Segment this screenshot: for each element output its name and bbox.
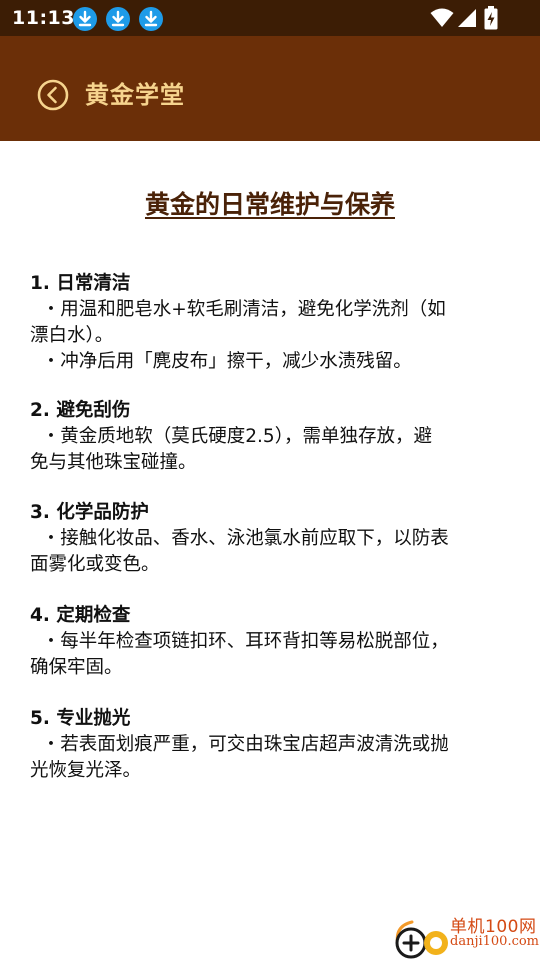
download-icon bbox=[139, 7, 163, 31]
section-heading: 2. 避免刮伤 bbox=[30, 400, 131, 421]
watermark: 单机100网 danji100.com bbox=[388, 912, 540, 960]
section-body: ・黄金质地软（莫氏硬度2.5），需单独存放，避 免与其他珠宝碰撞。 bbox=[30, 426, 432, 473]
wifi-icon bbox=[430, 8, 454, 27]
status-bar: 11:13 bbox=[0, 0, 540, 36]
section-heading: 3. 化学品防护 bbox=[30, 502, 149, 523]
section-avoid-scratches: 2. 避免刮伤 ・黄金质地软（莫氏硬度2.5），需单独存放，避 免与其他珠宝碰撞… bbox=[30, 398, 512, 476]
article-title: 黄金的日常维护与保养 bbox=[0, 189, 540, 221]
download-icon bbox=[73, 7, 97, 31]
status-time: 11:13 bbox=[12, 7, 75, 29]
section-regular-inspection: 4. 定期检查 ・每半年检查项链扣环、耳环背扣等易松脱部位， 确保牢固。 bbox=[30, 603, 512, 681]
section-heading: 4. 定期检查 bbox=[30, 605, 131, 626]
danji100-logo-icon bbox=[395, 920, 448, 959]
section-daily-cleaning: 1. 日常清洁 ・用温和肥皂水+软毛刷清洁，避免化学洗剂（如 漂白水）。 ・冲净… bbox=[30, 271, 512, 375]
article-title-text: 黄金的日常维护与保养 bbox=[144, 190, 395, 219]
watermark-url: danji100.com bbox=[450, 934, 540, 949]
app-bar: 黄金学堂 bbox=[0, 36, 540, 141]
page-title: 黄金学堂 bbox=[85, 81, 185, 109]
section-body: ・若表面划痕严重，可交由珠宝店超声波清洗或抛 光恢复光泽。 bbox=[30, 734, 449, 781]
battery-charging-icon bbox=[484, 6, 498, 30]
signal-icon bbox=[458, 9, 476, 27]
section-body: ・接触化妆品、香水、泳池氯水前应取下，以防表 面雾化或变色。 bbox=[30, 528, 449, 575]
back-circle-icon[interactable] bbox=[37, 79, 69, 111]
section-heading: 5. 专业抛光 bbox=[30, 708, 131, 729]
section-heading: 1. 日常清洁 bbox=[30, 273, 131, 294]
section-body: ・每半年检查项链扣环、耳环背扣等易松脱部位， 确保牢固。 bbox=[30, 631, 449, 678]
section-chemical-protection: 3. 化学品防护 ・接触化妆品、香水、泳池氯水前应取下，以防表 面雾化或变色。 bbox=[30, 500, 512, 578]
section-professional-polishing: 5. 专业抛光 ・若表面划痕严重，可交由珠宝店超声波清洗或抛 光恢复光泽。 bbox=[30, 706, 512, 784]
section-body: ・用温和肥皂水+软毛刷清洁，避免化学洗剂（如 漂白水）。 ・冲净后用「麂皮布」擦… bbox=[30, 299, 446, 372]
download-icon bbox=[106, 7, 130, 31]
